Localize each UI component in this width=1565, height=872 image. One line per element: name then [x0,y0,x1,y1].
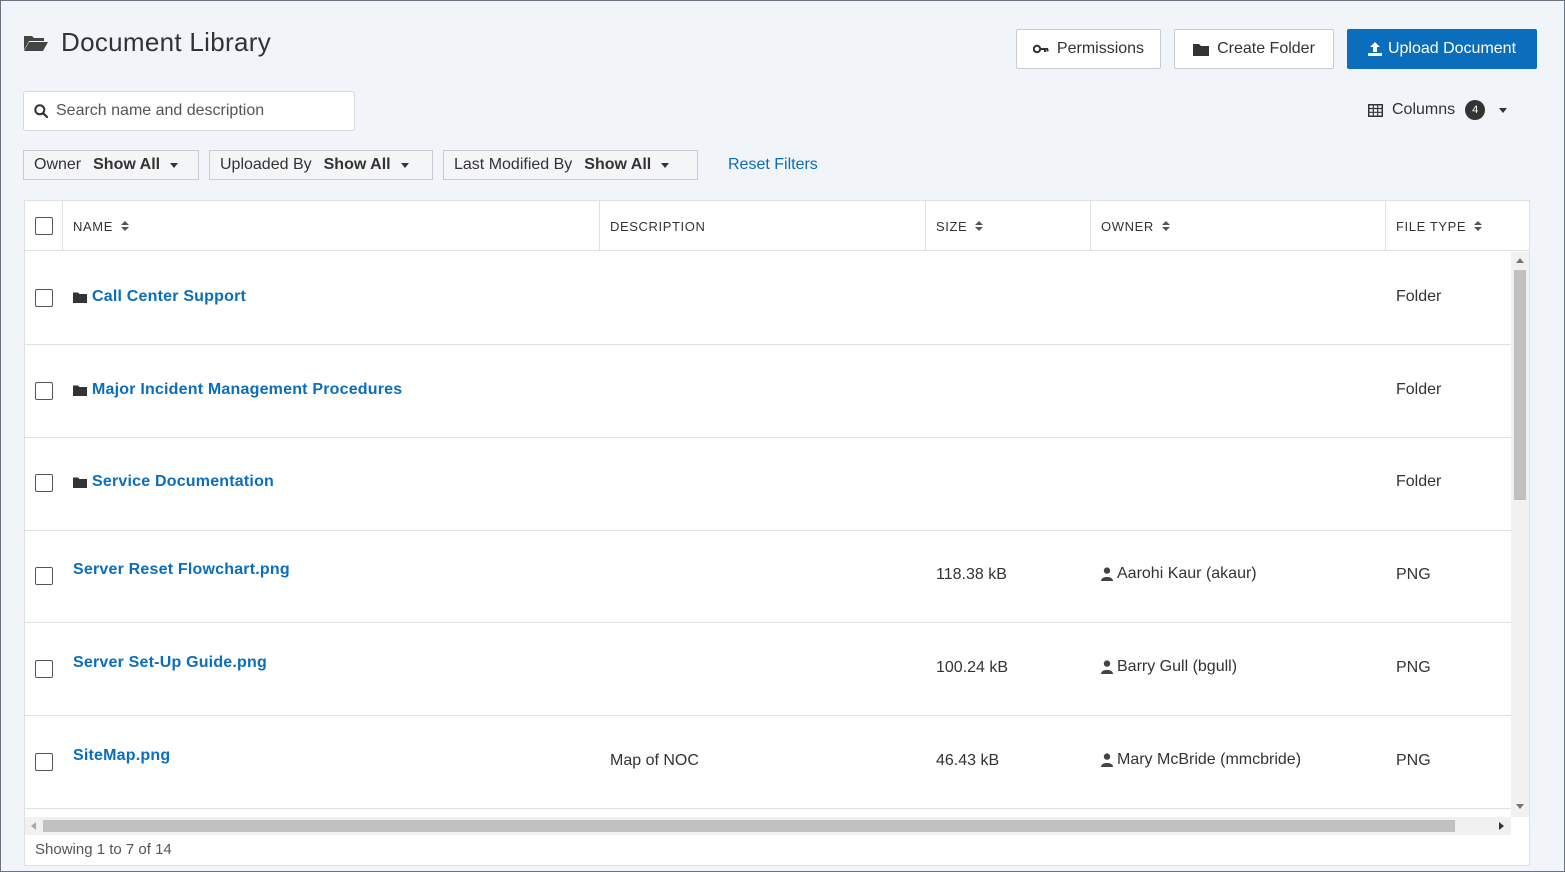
permissions-button[interactable]: Permissions [1016,29,1161,69]
row-name-link[interactable]: SiteMap.png [73,747,170,765]
sort-icon [1474,221,1483,231]
row-checkbox[interactable] [35,382,53,400]
row-name-link[interactable]: Server Set-Up Guide.png [73,654,267,672]
table-row: Service Documentation Folder [25,438,1511,531]
filter-value: Show All [323,156,391,173]
table-header: NAME DESCRIPTION SIZE OWNER FILE TYPE [25,201,1529,251]
row-size: 118.38 kB [936,566,1007,583]
column-header-label: OWNER [1101,218,1154,234]
page-header: Document Library [23,27,271,58]
last-modified-by-filter[interactable]: Last Modified By Show All [443,150,698,180]
uploaded-by-filter[interactable]: Uploaded By Show All [209,150,433,180]
folder-icon [1193,43,1210,56]
column-header-size[interactable]: SIZE [926,201,1091,251]
sort-icon [1161,221,1170,231]
sort-icon [120,221,129,231]
row-owner: Barry Gull (bgull) [1101,658,1237,676]
permissions-label: Permissions [1056,40,1145,57]
page-title: Document Library [61,27,271,57]
row-size: 46.43 kB [936,752,1000,769]
owner-filter[interactable]: Owner Show All [23,150,199,180]
upload-document-label: Upload Document [1387,40,1517,57]
column-header-file-type[interactable]: FILE TYPE [1386,201,1529,251]
row-file-type: Folder [1396,381,1442,398]
row-checkbox[interactable] [35,753,53,771]
sort-icon [975,221,984,231]
table-row: Call Center Support Folder [25,252,1511,345]
row-checkbox[interactable] [35,474,53,492]
row-name-link[interactable]: Server Reset Flowchart.png [73,561,290,579]
search-box [23,91,355,131]
table-row: Server Reset Flowchart.png 118.38 kB Aar… [25,530,1511,623]
column-header-name[interactable]: NAME [63,201,600,251]
scroll-left-icon[interactable] [31,822,36,830]
search-input[interactable] [56,102,336,120]
user-icon [1101,567,1113,581]
row-description: Map of NOC [610,752,699,769]
column-header-owner[interactable]: OWNER [1091,201,1386,251]
create-folder-label: Create Folder [1217,40,1315,57]
filter-value: Show All [93,156,161,173]
caret-down-icon [661,162,670,168]
chevron-down-icon [1499,107,1508,113]
search-icon [34,104,48,118]
table-row: Major Incident Management Procedures Fol… [25,345,1511,438]
select-all-checkbox[interactable] [35,217,53,235]
create-folder-button[interactable]: Create Folder [1174,29,1334,69]
table-row: SiteMap.png Map of NOC 46.43 kB Mary McB… [25,716,1511,809]
key-icon [1032,44,1049,54]
folder-icon [73,477,87,488]
caret-down-icon [170,162,179,168]
row-file-type: PNG [1396,566,1431,583]
folder-icon [73,385,87,396]
row-size: 100.24 kB [936,659,1009,676]
pagination-status: Showing 1 to 7 of 14 [35,841,172,858]
scroll-up-icon[interactable] [1516,258,1524,263]
columns-count-badge: 4 [1465,100,1486,120]
row-name-link[interactable]: Major Incident Management Procedures [73,381,402,399]
upload-document-button[interactable]: Upload Document [1347,29,1537,69]
scroll-right-icon[interactable] [1499,822,1504,830]
filter-label: Uploaded By [220,156,312,173]
column-header-label: NAME [73,218,113,234]
scroll-down-icon[interactable] [1516,804,1524,809]
user-icon [1101,753,1113,767]
column-header-label: DESCRIPTION [610,218,706,234]
user-icon [1101,660,1113,674]
row-checkbox[interactable] [35,289,53,307]
table-row: Server Set-Up Guide.png 100.24 kB Barry … [25,623,1511,716]
column-header-label: FILE TYPE [1396,218,1467,234]
row-owner: Mary McBride (mmcbride) [1101,751,1301,769]
vertical-scrollbar[interactable] [1511,252,1529,817]
filter-label: Last Modified By [454,156,573,173]
row-checkbox[interactable] [35,660,53,678]
caret-down-icon [400,162,409,168]
folder-open-icon [24,35,48,51]
row-checkbox[interactable] [35,567,53,585]
select-all-cell [25,201,63,251]
horizontal-scroll-thumb[interactable] [43,820,1455,832]
columns-label: Columns [1392,101,1456,118]
row-name-link[interactable]: Service Documentation [73,473,274,491]
row-file-type: PNG [1396,659,1431,676]
column-header-description: DESCRIPTION [600,201,926,251]
row-file-type: PNG [1396,752,1431,769]
filter-value: Show All [584,156,652,173]
row-file-type: Folder [1396,473,1442,490]
columns-button[interactable]: Columns 4 [1368,98,1508,122]
documents-table: NAME DESCRIPTION SIZE OWNER FILE TYPE Ca… [24,200,1530,866]
grid-table-icon [1368,103,1383,117]
column-header-label: SIZE [936,218,968,234]
folder-icon [73,292,87,303]
row-file-type: Folder [1396,288,1442,305]
filter-label: Owner [34,156,82,173]
row-owner: Aarohi Kaur (akaur) [1101,565,1257,583]
reset-filters-link[interactable]: Reset Filters [728,156,818,174]
row-name-link[interactable]: Call Center Support [73,288,246,306]
upload-icon [1367,42,1382,56]
vertical-scroll-thumb[interactable] [1514,270,1526,500]
horizontal-scrollbar[interactable] [25,817,1511,835]
